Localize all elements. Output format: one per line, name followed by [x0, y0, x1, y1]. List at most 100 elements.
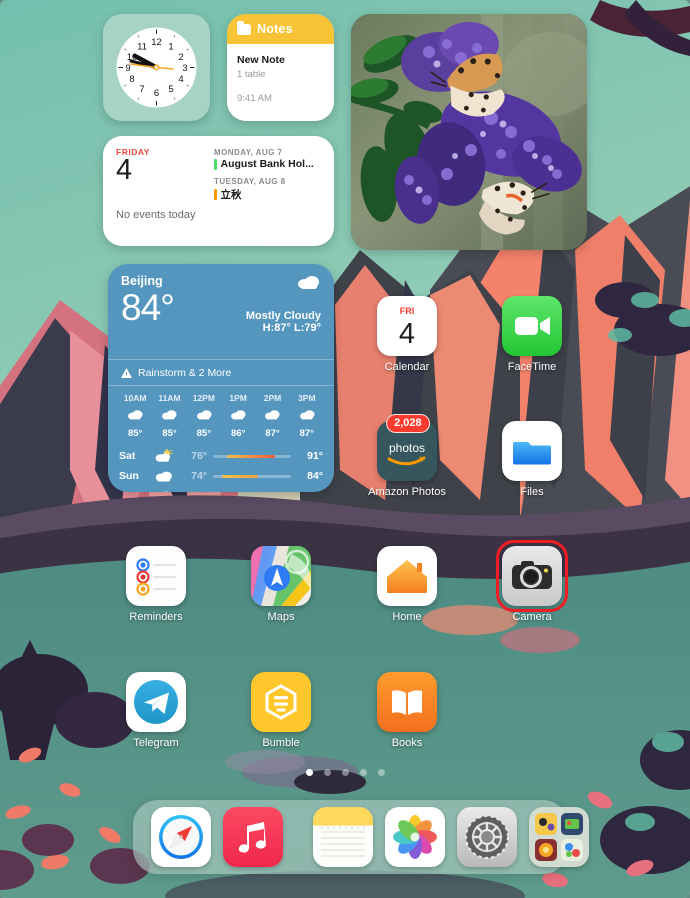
facetime-icon[interactable] [502, 296, 562, 356]
hour-label: 11AM [158, 393, 181, 403]
hour-temp: 87° [299, 428, 314, 439]
maps-icon[interactable] [251, 546, 311, 606]
hour-temp: 85° [196, 428, 211, 439]
reminders-icon[interactable] [126, 546, 186, 606]
app-reminders[interactable]: Reminders [104, 546, 208, 623]
calendar-event-title: August Bank Hol... [220, 158, 314, 170]
hourly-item: 1PM 86° [221, 393, 255, 439]
calendar-event-date: MONDAY, AUG 7 [214, 148, 283, 157]
day-low: 74° [191, 470, 207, 482]
hour-label: 1PM [229, 393, 247, 403]
app-calendar[interactable]: FRI 4 Calendar [355, 296, 459, 373]
page-dot-3[interactable] [341, 769, 349, 776]
app-amazon-photos[interactable]: photos 2,028 Amazon Photos [355, 414, 459, 498]
dock-app-notes[interactable] [313, 807, 373, 867]
app-camera[interactable]: Camera [480, 540, 584, 623]
svg-text:5: 5 [168, 84, 173, 95]
app-label: Camera [512, 611, 552, 623]
home-icon[interactable] [377, 546, 437, 606]
dock-app-folder[interactable] [529, 807, 589, 867]
app-label: Maps [267, 611, 295, 623]
svg-text:11: 11 [137, 42, 147, 53]
page-dot-4[interactable] [359, 769, 367, 776]
day-low: 76° [191, 450, 207, 462]
day-label: Sat [119, 450, 136, 462]
cloud-icon [118, 407, 152, 425]
page-dot-2[interactable] [323, 769, 331, 776]
svg-text:6: 6 [154, 88, 159, 99]
app-maps[interactable]: Maps [229, 546, 333, 623]
calendar-day-number: 4 [116, 154, 133, 186]
calendar-event[interactable]: 立秋 [214, 187, 321, 202]
bumble-icon[interactable] [251, 672, 311, 732]
app-home[interactable]: Home [355, 546, 459, 623]
app-books[interactable]: Books [355, 672, 459, 749]
svg-text:FRI: FRI [400, 306, 415, 316]
app-files[interactable]: Files [480, 421, 584, 498]
folder-icon [237, 20, 251, 35]
hourly-item: 11AM 85° [152, 393, 186, 439]
calendar-icon[interactable]: FRI 4 [377, 296, 437, 356]
amazon-photos-icon[interactable]: photos 2,028 [377, 414, 437, 481]
svg-text:8: 8 [129, 74, 134, 85]
calendar-event[interactable]: August Bank Hol... [214, 158, 321, 170]
svg-text:12: 12 [151, 37, 162, 48]
dock-app-photos[interactable] [385, 807, 445, 867]
calendar-event-date: TUESDAY, AUG 8 [214, 177, 286, 186]
temp-range-track [213, 454, 291, 458]
dock [133, 800, 589, 874]
hour-label: 10AM [123, 393, 147, 403]
svg-text:3: 3 [182, 63, 187, 74]
app-facetime[interactable]: FaceTime [480, 296, 584, 373]
app-bumble[interactable]: Bumble [229, 672, 333, 749]
app-label: Telegram [133, 737, 179, 749]
note-subtitle: 1 table [237, 68, 266, 80]
photo-widget[interactable] [351, 14, 587, 250]
app-label: Books [391, 737, 423, 749]
day-low: 72° [177, 490, 207, 492]
day-high: 84° [297, 490, 323, 492]
telegram-icon[interactable] [126, 672, 186, 732]
weather-widget[interactable]: Beijing 84° Mostly Cloudy H:87° L:79° Ra… [108, 264, 334, 492]
weather-alert-text: Rainstorm & 2 More [138, 366, 232, 379]
page-dot-1[interactable] [305, 769, 313, 776]
app-label: Calendar [384, 361, 430, 373]
dock-app-safari[interactable] [151, 807, 211, 867]
hour-temp: 85° [162, 428, 177, 439]
app-label: Reminders [129, 611, 183, 623]
temp-range-fill [222, 474, 259, 478]
page-dot-5[interactable] [377, 769, 385, 776]
app-label: Files [520, 486, 544, 498]
hour-label: 12PM [192, 393, 215, 403]
cloud-icon [255, 407, 289, 425]
note-title: New Note [237, 54, 285, 66]
app-badge: 2,028 [386, 414, 430, 433]
page-indicator[interactable] [0, 769, 690, 776]
daily-item: Sun 74° 84° [119, 466, 323, 486]
day-high: 91° [307, 450, 323, 462]
app-telegram[interactable]: Telegram [104, 672, 208, 749]
clock-widget[interactable]: 12 1 2 345 678 9 10 11 [103, 14, 210, 121]
dock-app-music[interactable] [223, 807, 283, 867]
notes-widget-title: Notes [257, 22, 293, 36]
app-label: Amazon Photos [368, 486, 446, 498]
day-label: Mon [119, 490, 151, 492]
sun-cloud-icon [151, 449, 177, 463]
camera-icon[interactable] [496, 540, 568, 612]
app-label: Home [392, 611, 422, 623]
app-label: Bumble [262, 737, 300, 749]
hourly-item: 3PM 87° [290, 393, 324, 439]
calendar-widget[interactable]: FRIDAY 4 No events today MONDAY, AUG 7 A… [103, 136, 334, 246]
files-icon[interactable] [502, 421, 562, 481]
weather-alert[interactable]: Rainstorm & 2 More [108, 359, 334, 385]
svg-text:7: 7 [139, 84, 144, 95]
notes-widget[interactable]: Notes New Note 1 table 9:41 AM [227, 14, 334, 121]
dock-app-settings[interactable] [457, 807, 517, 867]
weather-hourly-forecast: 10AM 85° 11AM 85° 12PM 85° 1PM 86° 2PM 8… [108, 385, 334, 444]
books-icon[interactable] [377, 672, 437, 732]
hour-label: 2PM [263, 393, 282, 403]
calendar-upcoming-events: MONDAY, AUG 7 August Bank Hol... TUESDAY… [214, 147, 321, 246]
cloud-icon [298, 276, 319, 289]
temp-range-track [213, 474, 291, 478]
hourly-item: 10AM 85° [118, 393, 152, 439]
